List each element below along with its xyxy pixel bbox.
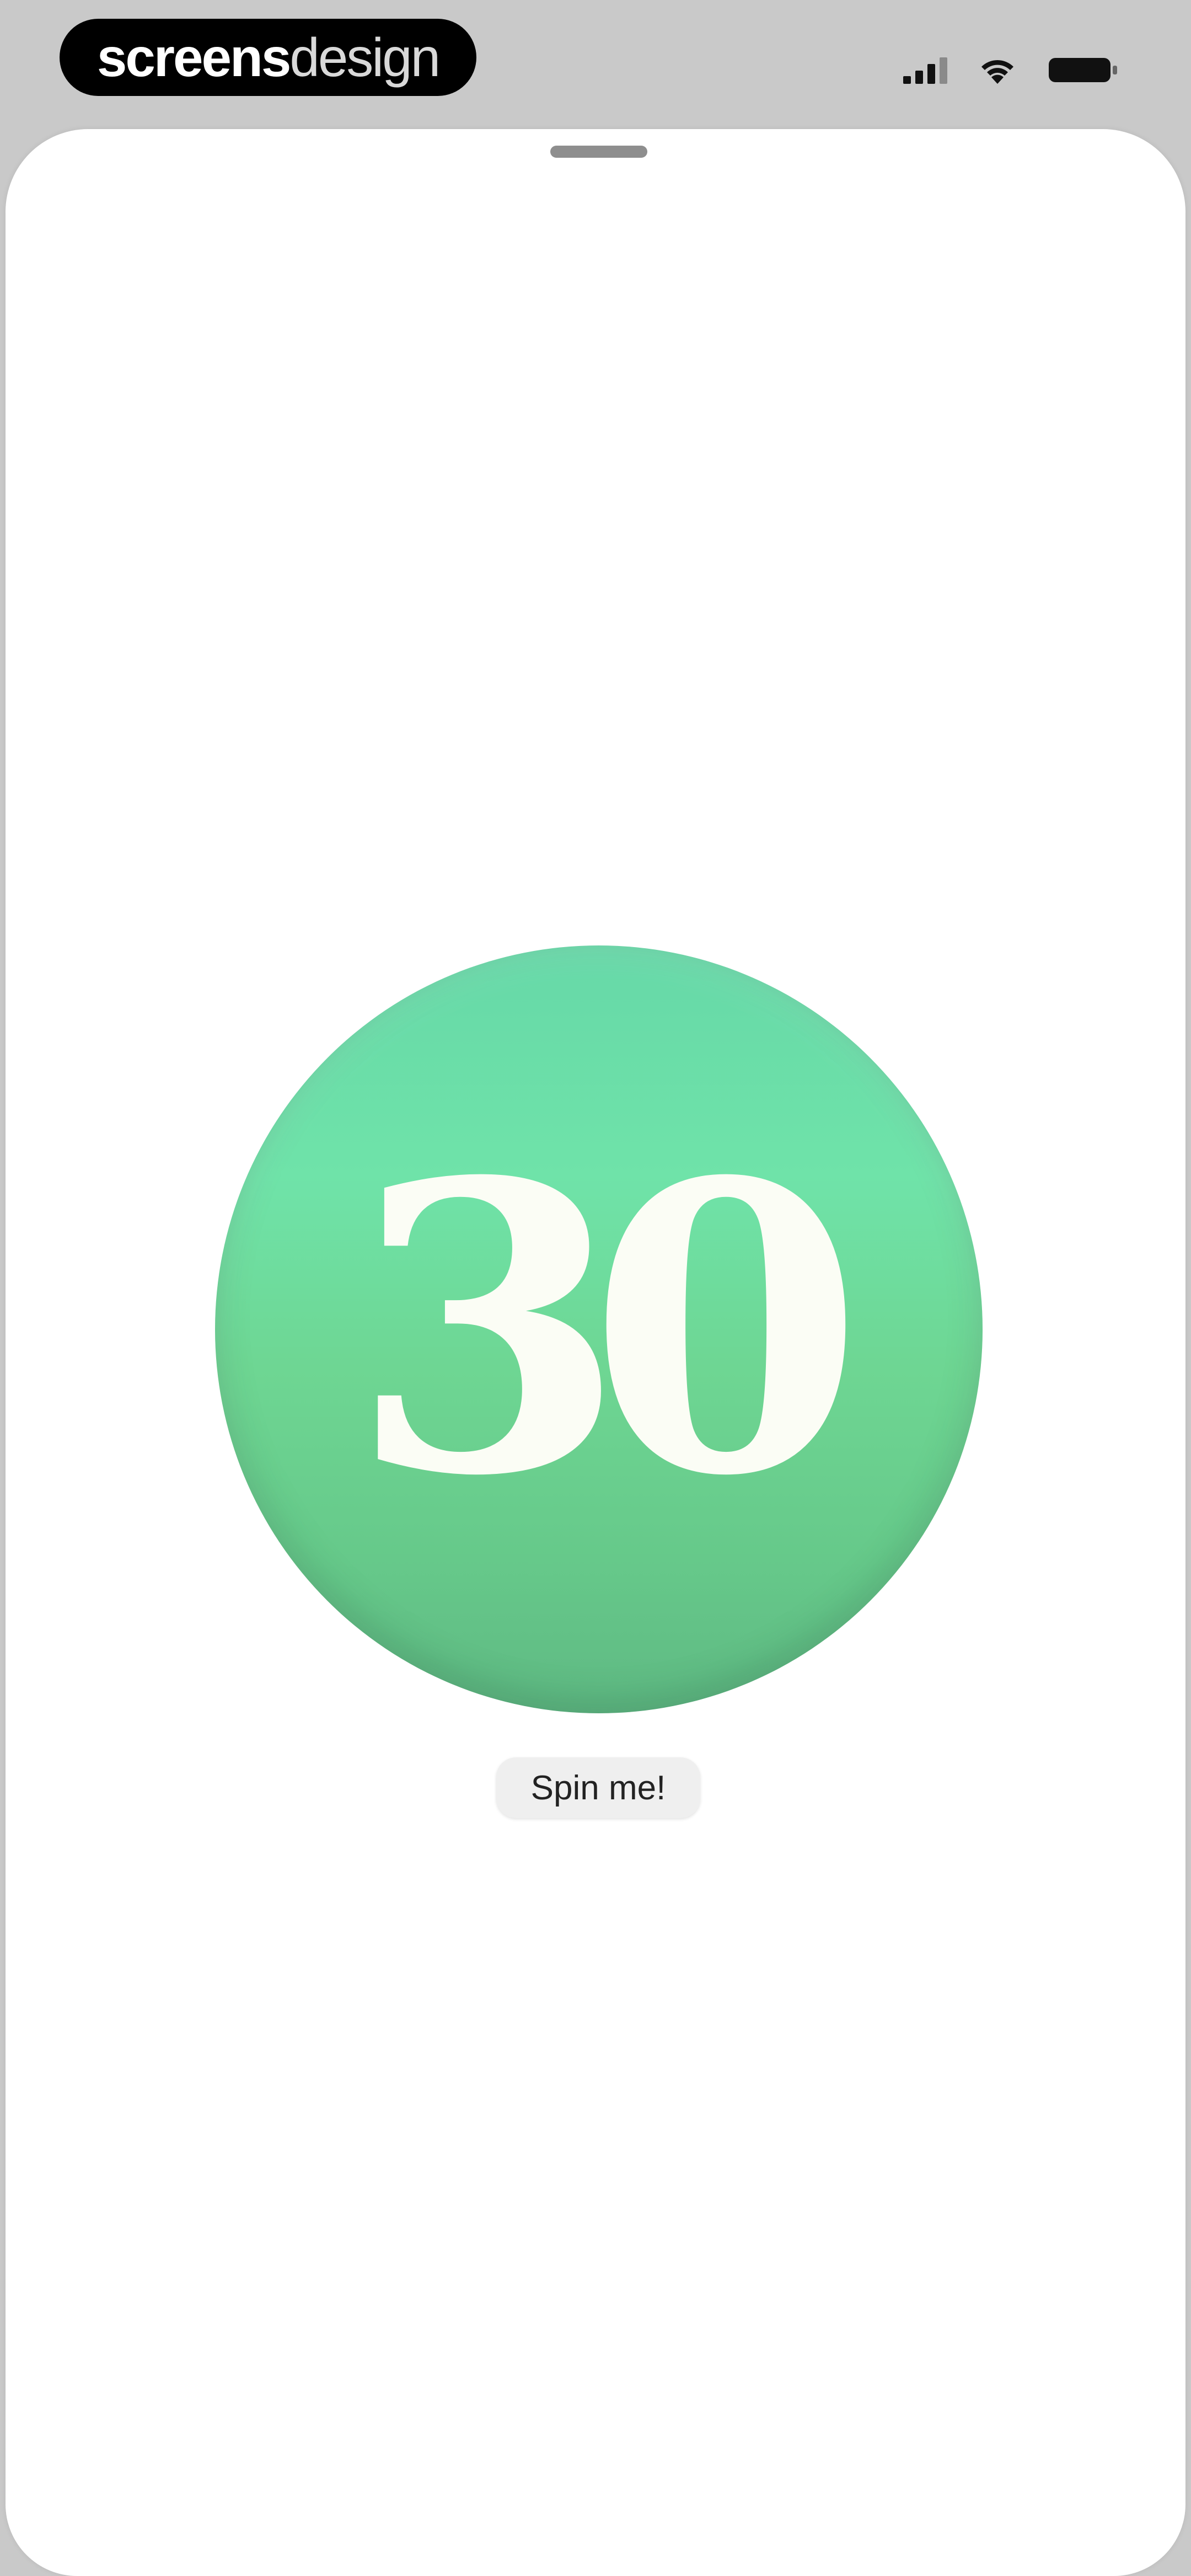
brand-light-text: design bbox=[289, 27, 441, 88]
wifi-icon bbox=[978, 55, 1017, 85]
sheet-grabber[interactable] bbox=[550, 146, 647, 158]
battery-icon bbox=[1048, 55, 1119, 85]
status-bar: screens design bbox=[0, 0, 1191, 127]
brand-logo: screens design bbox=[60, 19, 476, 96]
status-icons bbox=[903, 51, 1119, 89]
brand-strong-text: screens bbox=[96, 27, 292, 88]
modal-sheet: 30 Spin me! bbox=[6, 129, 1185, 2576]
spin-button[interactable]: Spin me! bbox=[496, 1757, 700, 1818]
home-indicator-area bbox=[0, 2543, 1191, 2576]
disc-number: 30 bbox=[350, 1096, 864, 1563]
spin-disc[interactable]: 30 bbox=[215, 945, 983, 1713]
signal-icon bbox=[903, 56, 947, 84]
